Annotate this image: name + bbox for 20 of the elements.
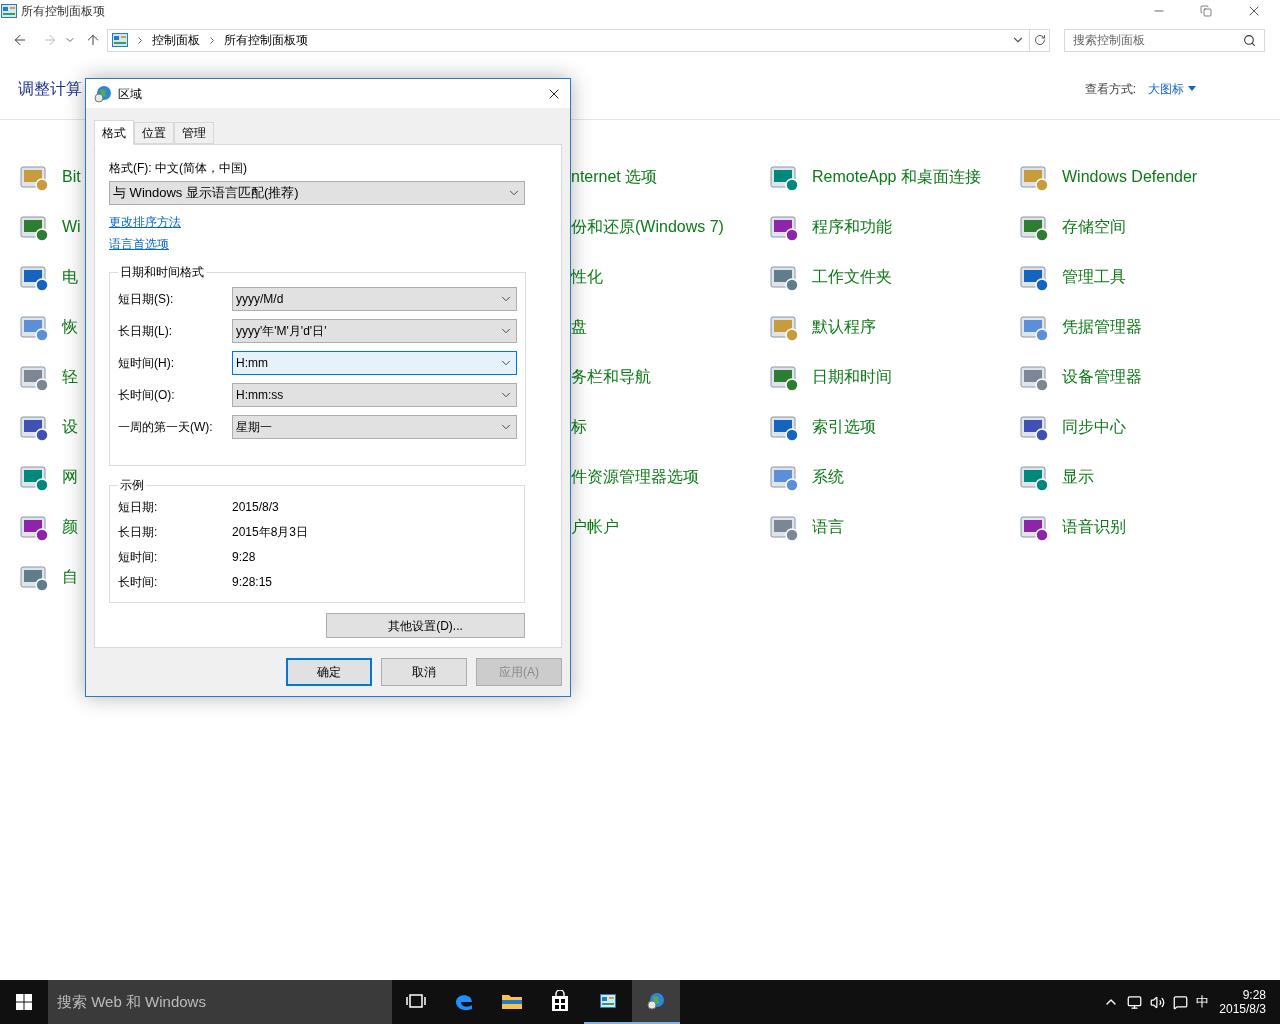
format-label: 格式(F): 中文(简体，中国) [109, 160, 248, 177]
example-label: 短时间: [118, 548, 159, 566]
field-label: 短时间(H): [118, 355, 175, 372]
field-label: 长时间(O): [118, 387, 176, 404]
field-label: 一周的第一天(W): [118, 419, 214, 436]
example-label: 长日期: [118, 523, 159, 541]
view-by-label: 查看方式: [1084, 80, 1136, 98]
group-title: 日期和时间格式 [119, 264, 205, 281]
example-value: 9:28:15 [232, 573, 273, 591]
example-value: 9:28 [232, 548, 256, 566]
example-label: 短日期: [118, 498, 159, 516]
dialog-title: 区域 [118, 85, 142, 103]
example-value: 2015年8月3日 [232, 523, 309, 541]
field-label: 长日期(L): [118, 323, 173, 340]
window-title: 所有控制面板项 [21, 3, 105, 20]
example-label: 长时间: [118, 573, 159, 591]
group-title: 示例 [119, 477, 145, 494]
example-value: 2015/8/3 [232, 498, 279, 516]
page-heading: 调整计算 [18, 78, 82, 99]
field-label: 短日期(S): [118, 291, 175, 308]
